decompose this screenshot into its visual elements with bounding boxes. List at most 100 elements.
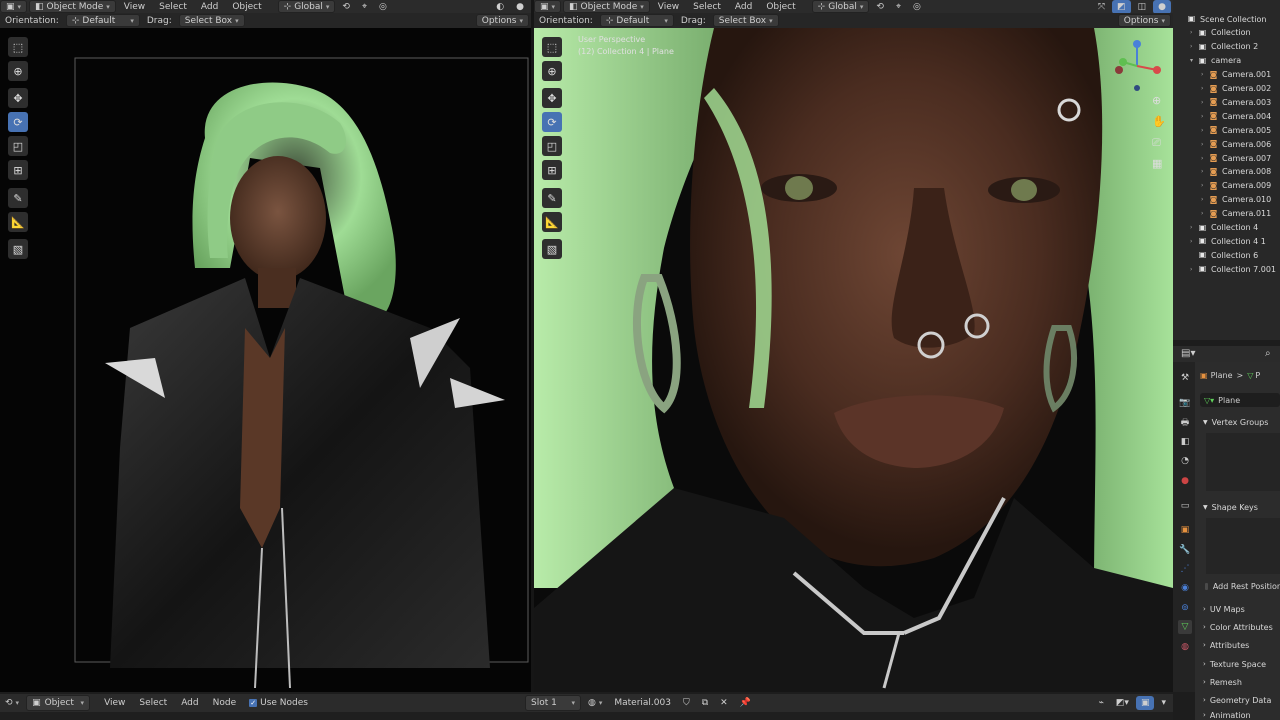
outliner-item[interactable]: › ◙ Camera.005 — [1173, 123, 1280, 137]
pan-hand-icon[interactable]: ✋ — [1152, 115, 1166, 128]
scene-tab-icon[interactable]: ◔ — [1178, 454, 1192, 468]
chevron-down-icon[interactable]: ▾ — [1190, 57, 1198, 64]
move-tool[interactable]: ✥ — [8, 88, 28, 108]
options-dropdown[interactable]: Options ▾ — [475, 14, 529, 27]
breadcrumb-object[interactable]: Plane — [1211, 371, 1233, 380]
cursor-tool[interactable]: ⊕ — [8, 61, 28, 81]
outliner-item[interactable]: › ▣ Collection 2 — [1173, 40, 1280, 54]
editor-type-button-right[interactable]: ▣ ▾ — [534, 0, 562, 13]
gizmo-icon[interactable]: ⤧ — [1093, 0, 1110, 14]
outliner-item[interactable]: › ◙ Camera.003 — [1173, 95, 1280, 109]
collection-tab-icon[interactable]: ▭ — [1178, 499, 1192, 513]
xray-icon[interactable]: ◫ — [1133, 0, 1152, 14]
use-nodes-checkbox[interactable]: ✓ Use Nodes — [244, 696, 313, 710]
duplicate-icon[interactable]: ⧉ — [697, 696, 713, 710]
panel-shape-keys[interactable]: ▼ Shape Keys — [1203, 499, 1280, 515]
measure-tool[interactable]: 📐 — [542, 212, 562, 232]
fake-user-shield-icon[interactable]: ⛉ — [678, 696, 695, 710]
slot-dropdown[interactable]: Slot 1 ▾ — [524, 695, 581, 711]
outliner-item[interactable]: › ▣ Collection — [1173, 26, 1280, 40]
outliner-item[interactable]: ▾ ▣ camera — [1173, 54, 1280, 68]
outliner-item[interactable]: › ◙ Camera.007 — [1173, 151, 1280, 165]
outliner-item[interactable]: › ◙ Camera.001 — [1173, 68, 1280, 82]
menu-select-node[interactable]: Select — [133, 696, 173, 710]
menu-node[interactable]: Node — [207, 696, 243, 710]
shading-icon[interactable]: ● — [1153, 0, 1171, 14]
outliner-item[interactable]: › ◙ Camera.004 — [1173, 109, 1280, 123]
chevron-right-icon[interactable]: › — [1201, 168, 1209, 175]
select-box-tool[interactable]: ⬚ — [8, 37, 28, 57]
chevron-right-icon[interactable]: › — [1201, 155, 1209, 162]
add-cube-tool[interactable]: ▧ — [542, 239, 562, 259]
outliner-item[interactable]: › ◙ Camera.006 — [1173, 137, 1280, 151]
outliner-item[interactable]: › ▣ Collection 7.001 — [1173, 262, 1280, 276]
transform-tool[interactable]: ⊞ — [8, 160, 28, 180]
zoom-icon[interactable]: ⊕ — [1152, 94, 1161, 107]
outliner-item[interactable]: › ◙ Camera.002 — [1173, 82, 1280, 96]
mode-dropdown-right[interactable]: ◧ Object Mode ▾ — [563, 0, 650, 13]
tool-tab-icon[interactable]: ⚒ — [1178, 371, 1192, 385]
grid-view-icon[interactable]: ▦ — [1152, 157, 1162, 170]
modifier-tab-icon[interactable]: 🔧 — [1178, 543, 1192, 557]
add-cube-tool[interactable]: ▧ — [8, 239, 28, 259]
outliner-item[interactable]: ▣ Collection 6 — [1173, 248, 1280, 262]
proportional-icon[interactable]: ◎ — [908, 0, 926, 14]
left-viewport[interactable] — [0, 28, 531, 692]
backdrop-icon[interactable]: ▣ — [1135, 696, 1155, 710]
rotate-tool[interactable]: ⟳ — [8, 112, 28, 132]
physics-tab-icon[interactable]: ◉ — [1178, 581, 1192, 595]
menu-view[interactable]: View — [118, 0, 151, 14]
panel-vertex-groups[interactable]: ▼ Vertex Groups — [1203, 414, 1280, 430]
outliner-item[interactable]: › ◙ Camera.010 — [1173, 193, 1280, 207]
chevron-right-icon[interactable]: › — [1201, 85, 1209, 92]
panel-color-attributes[interactable]: › Color Attributes — [1203, 619, 1280, 635]
chevron-right-icon[interactable]: › — [1201, 99, 1209, 106]
chevron-right-icon[interactable]: › — [1190, 224, 1198, 231]
chevron-right-icon[interactable]: › — [1190, 266, 1198, 273]
menu-view-node[interactable]: View — [98, 696, 131, 710]
view-layer-tab-icon[interactable]: ◧ — [1178, 435, 1192, 449]
backdrop-dropdown-icon[interactable]: ▾ — [1156, 696, 1171, 710]
menu-object[interactable]: Object — [226, 0, 267, 14]
outliner-item[interactable]: › ▣ Collection 4 — [1173, 221, 1280, 235]
snap-icon[interactable]: ⌖ — [357, 0, 372, 14]
output-tab-icon[interactable]: 🖶 — [1178, 416, 1192, 430]
outliner-item[interactable]: › ◙ Camera.008 — [1173, 165, 1280, 179]
menu-object-right[interactable]: Object — [760, 0, 801, 14]
pivot-icon[interactable]: ⟲ — [871, 0, 889, 14]
panel-attributes[interactable]: › Attributes — [1203, 637, 1280, 653]
properties-editor-icon[interactable]: ▤▾ — [1181, 348, 1195, 359]
chevron-right-icon[interactable]: › — [1190, 43, 1198, 50]
chevron-right-icon[interactable]: › — [1201, 113, 1209, 120]
chevron-right-icon[interactable]: › — [1201, 71, 1209, 78]
snap-node-icon[interactable]: ⌁ — [1094, 696, 1109, 710]
transform-tool[interactable]: ⊞ — [542, 160, 562, 180]
snap-icon[interactable]: ⌖ — [891, 0, 906, 14]
panel-animation[interactable]: › Animation — [1203, 710, 1280, 720]
menu-add[interactable]: Add — [195, 0, 224, 14]
panel-geometry-data[interactable]: › Geometry Data — [1203, 692, 1280, 708]
world-tab-icon[interactable]: ● — [1178, 474, 1192, 488]
cursor-tool[interactable]: ⊕ — [542, 61, 562, 81]
chevron-right-icon[interactable]: › — [1201, 127, 1209, 134]
scale-tool[interactable]: ◰ — [8, 136, 28, 156]
render-tab-icon[interactable]: 📷 — [1178, 396, 1192, 410]
chevron-right-icon[interactable]: › — [1201, 196, 1209, 203]
pin-icon[interactable]: 📌 — [735, 696, 756, 710]
drag-dropdown-right[interactable]: Select Box ▾ — [712, 14, 779, 27]
outliner-item[interactable]: › ◙ Camera.009 — [1173, 179, 1280, 193]
breadcrumb-data[interactable]: P — [1255, 371, 1260, 380]
outliner-item[interactable]: › ◙ Camera.011 — [1173, 207, 1280, 221]
object-tab-icon[interactable]: ▣ — [1178, 523, 1192, 537]
panel-uv-maps[interactable]: › UV Maps — [1203, 601, 1280, 617]
search-icon[interactable]: ⌕ — [1265, 348, 1271, 359]
drag-dropdown[interactable]: Select Box ▾ — [178, 14, 245, 27]
transform-orientation-dropdown-right[interactable]: ⊹ Global ▾ — [811, 0, 870, 13]
options-dropdown-right[interactable]: Options ▾ — [1117, 14, 1171, 27]
constraint-tab-icon[interactable]: ⊚ — [1178, 601, 1192, 615]
add-rest-position-checkbox[interactable]: Add Rest Position — [1205, 578, 1280, 594]
chevron-right-icon[interactable]: › — [1190, 29, 1198, 36]
move-tool[interactable]: ✥ — [542, 88, 562, 108]
outliner-item[interactable]: › ▣ Collection 4 1 — [1173, 234, 1280, 248]
menu-add-node[interactable]: Add — [175, 696, 204, 710]
